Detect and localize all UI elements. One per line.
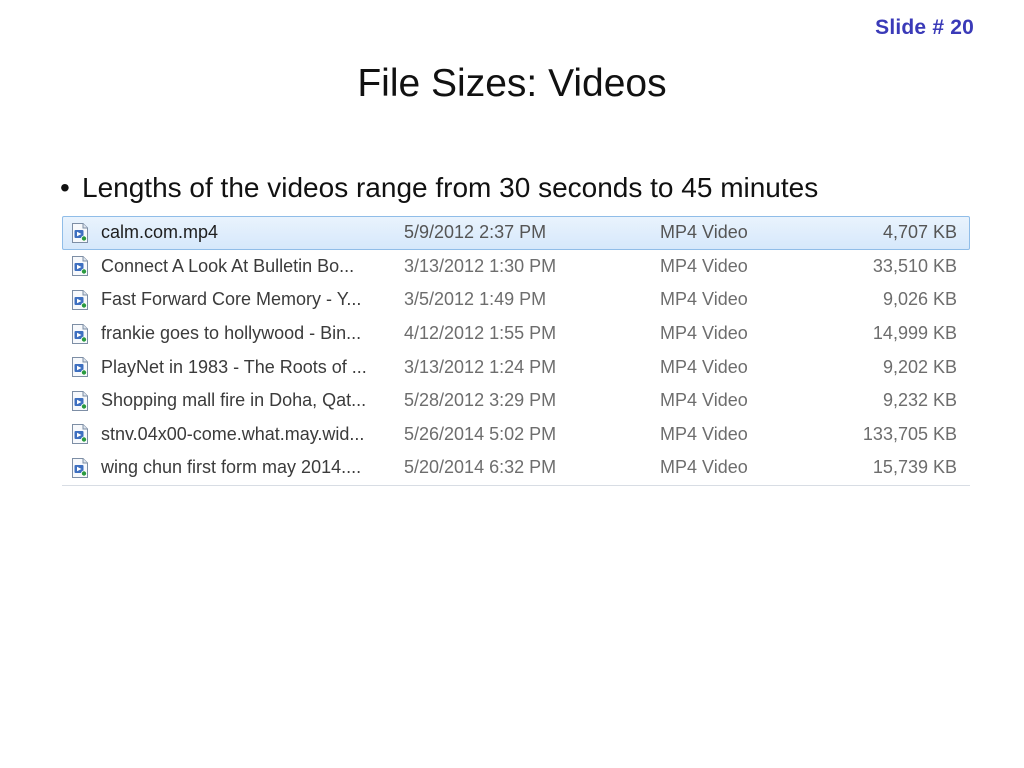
- video-file-icon: [71, 318, 95, 350]
- file-type: MP4 Video: [660, 356, 748, 377]
- file-name: wing chun first form may 2014....: [101, 457, 362, 478]
- file-type: MP4 Video: [660, 255, 748, 276]
- file-row[interactable]: Fast Forward Core Memory - Y... 3/5/2012 …: [62, 283, 970, 317]
- bullet-marker: •: [60, 172, 70, 203]
- file-type: MP4 Video: [660, 457, 748, 478]
- file-type: MP4 Video: [660, 222, 748, 243]
- file-name: stnv.04x00-come.what.may.wid...: [101, 423, 365, 444]
- file-date-modified: 5/20/2014 6:32 PM: [404, 457, 557, 478]
- file-size: 33,510 KB: [872, 255, 957, 276]
- file-date-modified: 5/9/2012 2:37 PM: [404, 222, 547, 243]
- file-row[interactable]: wing chun first form may 2014.... 5/20/20…: [62, 451, 970, 485]
- file-date-modified: 5/26/2014 5:02 PM: [404, 423, 557, 444]
- file-row[interactable]: stnv.04x00-come.what.may.wid... 5/26/2014…: [62, 418, 970, 452]
- file-row[interactable]: frankie goes to hollywood - Bin... 4/12/2…: [62, 317, 970, 351]
- file-row[interactable]: PlayNet in 1983 - The Roots of ... 3/13/2…: [62, 350, 970, 384]
- file-type: MP4 Video: [660, 423, 748, 444]
- bullet-text: Lengths of the videos range from 30 seco…: [82, 172, 819, 203]
- video-file-icon: [71, 419, 95, 451]
- file-size: 133,705 KB: [862, 423, 957, 444]
- file-name: frankie goes to hollywood - Bin...: [101, 323, 362, 344]
- file-row[interactable]: Connect A Look At Bulletin Bo... 3/13/201…: [62, 250, 970, 284]
- video-file-icon: [71, 385, 95, 417]
- file-list: calm.com.mp4 5/9/2012 2:37 PM MP4 Video 4,7…: [62, 216, 970, 486]
- file-size: 9,026 KB: [882, 289, 957, 310]
- video-file-icon: [71, 251, 95, 283]
- file-name: Fast Forward Core Memory - Y...: [101, 289, 362, 310]
- video-file-icon: [71, 452, 95, 484]
- file-size: 9,202 KB: [882, 356, 957, 377]
- file-row[interactable]: calm.com.mp4 5/9/2012 2:37 PM MP4 Video 4,7…: [62, 216, 970, 250]
- video-file-icon: [71, 217, 95, 249]
- bullet-item: • Lengths of the videos range from 30 sec…: [60, 172, 818, 204]
- file-date-modified: 3/13/2012 1:30 PM: [404, 255, 557, 276]
- file-date-modified: 5/28/2012 3:29 PM: [404, 390, 557, 411]
- video-file-icon: [71, 351, 95, 383]
- file-name: Connect A Look At Bulletin Bo...: [101, 255, 355, 276]
- file-name: calm.com.mp4: [101, 222, 219, 243]
- file-date-modified: 3/5/2012 1:49 PM: [404, 289, 547, 310]
- file-size: 9,232 KB: [882, 390, 957, 411]
- file-name: Shopping mall fire in Doha, Qat...: [101, 390, 367, 411]
- slide-title: File Sizes: Videos: [357, 62, 667, 105]
- file-type: MP4 Video: [660, 390, 748, 411]
- file-size: 14,999 KB: [872, 323, 957, 344]
- file-date-modified: 4/12/2012 1:55 PM: [404, 323, 557, 344]
- file-size: 15,739 KB: [872, 457, 957, 478]
- video-file-icon: [71, 284, 95, 316]
- file-row[interactable]: Shopping mall fire in Doha, Qat... 5/28/2…: [62, 384, 970, 418]
- file-size: 4,707 KB: [882, 222, 957, 243]
- file-type: MP4 Video: [660, 289, 748, 310]
- file-date-modified: 3/13/2012 1:24 PM: [404, 356, 557, 377]
- slide-number: Slide # 20: [875, 16, 974, 39]
- file-type: MP4 Video: [660, 323, 748, 344]
- file-name: PlayNet in 1983 - The Roots of ...: [101, 356, 367, 377]
